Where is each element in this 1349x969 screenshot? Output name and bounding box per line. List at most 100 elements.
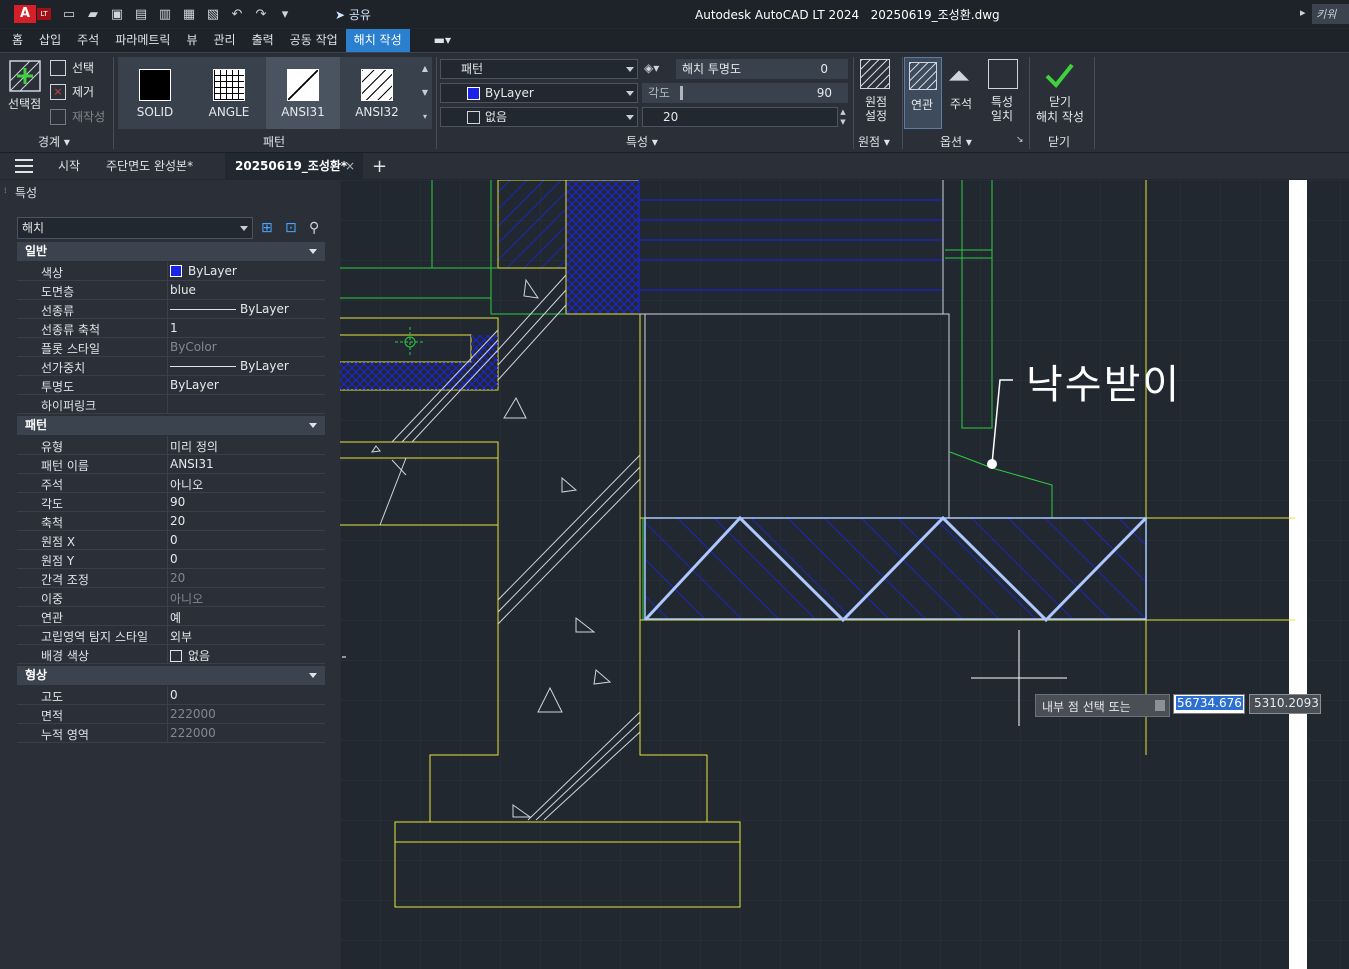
property-row[interactable]: 하이퍼링크 bbox=[17, 395, 325, 414]
property-row[interactable]: 도면층 blue bbox=[17, 281, 325, 300]
close-hatch-button[interactable]: 닫기 해치 작성 bbox=[1034, 95, 1086, 125]
tab-document-1[interactable]: 주단면도 완성본* bbox=[106, 153, 193, 180]
scale-spinner[interactable]: ▲ ▼ bbox=[838, 107, 848, 127]
property-row[interactable]: 원점 X 0 bbox=[17, 531, 325, 550]
tab-manage[interactable]: 관리 bbox=[205, 29, 243, 52]
new-file-icon[interactable]: ▭ bbox=[60, 5, 78, 23]
match-properties-button[interactable]: 특성 일치 bbox=[991, 95, 1013, 123]
customize-icon[interactable]: ▾ bbox=[276, 5, 294, 23]
share-button[interactable]: ➤ 공유 bbox=[335, 6, 371, 23]
select-objects-icon[interactable]: ⊡ bbox=[285, 220, 297, 236]
grip-icon[interactable]: ⁞ bbox=[4, 186, 10, 200]
tab-parametric[interactable]: 파라메트릭 bbox=[107, 29, 178, 52]
x-coordinate-input[interactable]: 56734.676 bbox=[1173, 694, 1245, 714]
drawing-svg[interactable] bbox=[340, 180, 1349, 969]
layer-override-icon[interactable]: ◈▾ bbox=[644, 61, 659, 75]
pattern-ansi31[interactable]: ANSI31 bbox=[266, 57, 340, 129]
quick-select-icon[interactable]: ⚲ bbox=[309, 220, 319, 236]
tab-collaborate[interactable]: 공동 작업 bbox=[282, 29, 346, 52]
property-row[interactable]: 투명도 ByLayer bbox=[17, 376, 325, 395]
select-boundary-button[interactable]: 선택 bbox=[50, 59, 94, 76]
tab-view[interactable]: 뷰 bbox=[178, 29, 205, 52]
dialog-launcher-icon[interactable]: ↘ bbox=[1016, 135, 1024, 145]
origin-panel-title[interactable]: 원점 ▾ bbox=[858, 133, 890, 150]
expand-icon[interactable]: ▸ bbox=[1300, 6, 1306, 19]
tab-output[interactable]: 출력 bbox=[244, 29, 282, 52]
property-row[interactable]: 이중 아니오 bbox=[17, 588, 325, 607]
tab-home[interactable]: 홈 bbox=[4, 29, 31, 52]
tab-annotate[interactable]: 주석 bbox=[69, 29, 107, 52]
close-tab-icon[interactable]: × bbox=[345, 153, 355, 180]
save-icon[interactable]: ▣ bbox=[108, 5, 126, 23]
property-row[interactable]: 주석 아니오 bbox=[17, 474, 325, 493]
hatch-color-select[interactable]: ByLayer bbox=[440, 83, 638, 103]
gallery-scroll[interactable]: ▲ ▼ ▾ bbox=[418, 57, 432, 129]
y-coordinate-input[interactable]: 5310.2093 bbox=[1249, 694, 1321, 714]
drawing-canvas[interactable]: 낙수받이 내부 점 선택 또는 56734.676 5310.2093 bbox=[340, 180, 1349, 969]
angle-field[interactable]: 각도 90 bbox=[642, 83, 848, 103]
remove-boundary-button[interactable]: × 제거 bbox=[50, 83, 94, 100]
undo-icon[interactable]: ↶ bbox=[228, 5, 246, 23]
associative-toggle[interactable]: 연관 bbox=[904, 57, 942, 129]
publish-icon[interactable]: ▥ bbox=[156, 5, 174, 23]
check-icon[interactable] bbox=[1044, 61, 1074, 91]
new-tab-icon[interactable]: + bbox=[372, 153, 387, 180]
ribbon-display-icon[interactable]: ▬▾ bbox=[426, 29, 459, 52]
recreate-boundary-button[interactable]: 재작성 bbox=[50, 108, 105, 125]
pattern-solid[interactable]: SOLID bbox=[118, 57, 192, 129]
annotative-button[interactable]: 주석 bbox=[950, 95, 972, 112]
options-panel-title[interactable]: 옵션 ▾ bbox=[940, 133, 972, 150]
export-icon[interactable]: ▦ bbox=[180, 5, 198, 23]
pick-points-icon[interactable] bbox=[8, 59, 42, 93]
property-value-text: 없음 bbox=[188, 649, 211, 663]
tab-start[interactable]: 시작 bbox=[58, 153, 80, 180]
annotative-icon[interactable]: ⏶ bbox=[948, 59, 970, 93]
property-row[interactable]: 각도 90 bbox=[17, 493, 325, 512]
save-as-icon[interactable]: ▤ bbox=[132, 5, 150, 23]
property-row[interactable]: 고도 0 bbox=[17, 686, 325, 705]
toggle-pickadd-icon[interactable]: ⊞ bbox=[261, 220, 273, 236]
set-origin-button[interactable]: 원점 설정 bbox=[865, 95, 887, 123]
menu-icon[interactable] bbox=[15, 159, 33, 173]
tab-insert[interactable]: 삽입 bbox=[31, 29, 69, 52]
property-row[interactable]: 패턴 이름 ANSI31 bbox=[17, 455, 325, 474]
section-general[interactable]: 일반 bbox=[17, 242, 325, 261]
object-type-select[interactable]: 해치 bbox=[17, 217, 253, 239]
tab-hatch-creation[interactable]: 해치 작성 bbox=[345, 29, 410, 52]
section-pattern[interactable]: 패턴 bbox=[17, 416, 325, 435]
down-arrow-icon[interactable] bbox=[1155, 700, 1165, 711]
property-row[interactable]: 선종류 축척 1 bbox=[17, 319, 325, 338]
transparency-field[interactable]: 해치 투명도 0 bbox=[676, 59, 848, 79]
property-row[interactable]: 원점 Y 0 bbox=[17, 550, 325, 569]
hatch-type-select[interactable]: 패턴 bbox=[440, 59, 638, 79]
property-row[interactable]: 연관 예 bbox=[17, 607, 325, 626]
property-row[interactable]: 면적 222000 bbox=[17, 705, 325, 724]
boundary-panel-title[interactable]: 경계 ▾ bbox=[38, 133, 70, 150]
property-row[interactable]: 축척 20 bbox=[17, 512, 325, 531]
scale-field[interactable]: 20 bbox=[642, 107, 838, 127]
property-row[interactable]: 고립영역 탐지 스타일 외부 bbox=[17, 626, 325, 645]
pick-points-button[interactable]: 선택점 bbox=[8, 95, 41, 112]
property-row[interactable]: 선가중치 ByLayer bbox=[17, 357, 325, 376]
angle-slider[interactable] bbox=[680, 86, 683, 100]
pattern-ansi32[interactable]: ANSI32 bbox=[340, 57, 414, 129]
keyword-search[interactable]: 키워드 bbox=[1312, 4, 1349, 24]
property-row[interactable]: 선종류 ByLayer bbox=[17, 300, 325, 319]
properties-panel-title[interactable]: 특성 ▾ bbox=[626, 133, 658, 150]
property-row[interactable]: 플롯 스타일 ByColor bbox=[17, 338, 325, 357]
pattern-angle[interactable]: ANGLE bbox=[192, 57, 266, 129]
autocad-logo[interactable]: A bbox=[14, 5, 36, 23]
open-folder-icon[interactable]: ▰ bbox=[84, 5, 102, 23]
background-color-select[interactable]: 없음 bbox=[440, 107, 638, 127]
match-properties-icon[interactable] bbox=[988, 59, 1018, 89]
section-geometry[interactable]: 형상 bbox=[17, 666, 325, 685]
property-row[interactable]: 누적 영역 222000 bbox=[17, 724, 325, 743]
set-origin-icon[interactable] bbox=[860, 59, 890, 89]
redo-icon[interactable]: ↷ bbox=[252, 5, 270, 23]
plot-icon[interactable]: ▧ bbox=[204, 5, 222, 23]
tab-document-2[interactable]: 20250619_조성환* bbox=[225, 153, 363, 180]
property-row[interactable]: 배경 색상 없음 bbox=[17, 645, 325, 664]
property-row[interactable]: 간격 조정 20 bbox=[17, 569, 325, 588]
property-row[interactable]: 유형 미리 정의 bbox=[17, 436, 325, 455]
property-row[interactable]: 색상 ByLayer bbox=[17, 262, 325, 281]
